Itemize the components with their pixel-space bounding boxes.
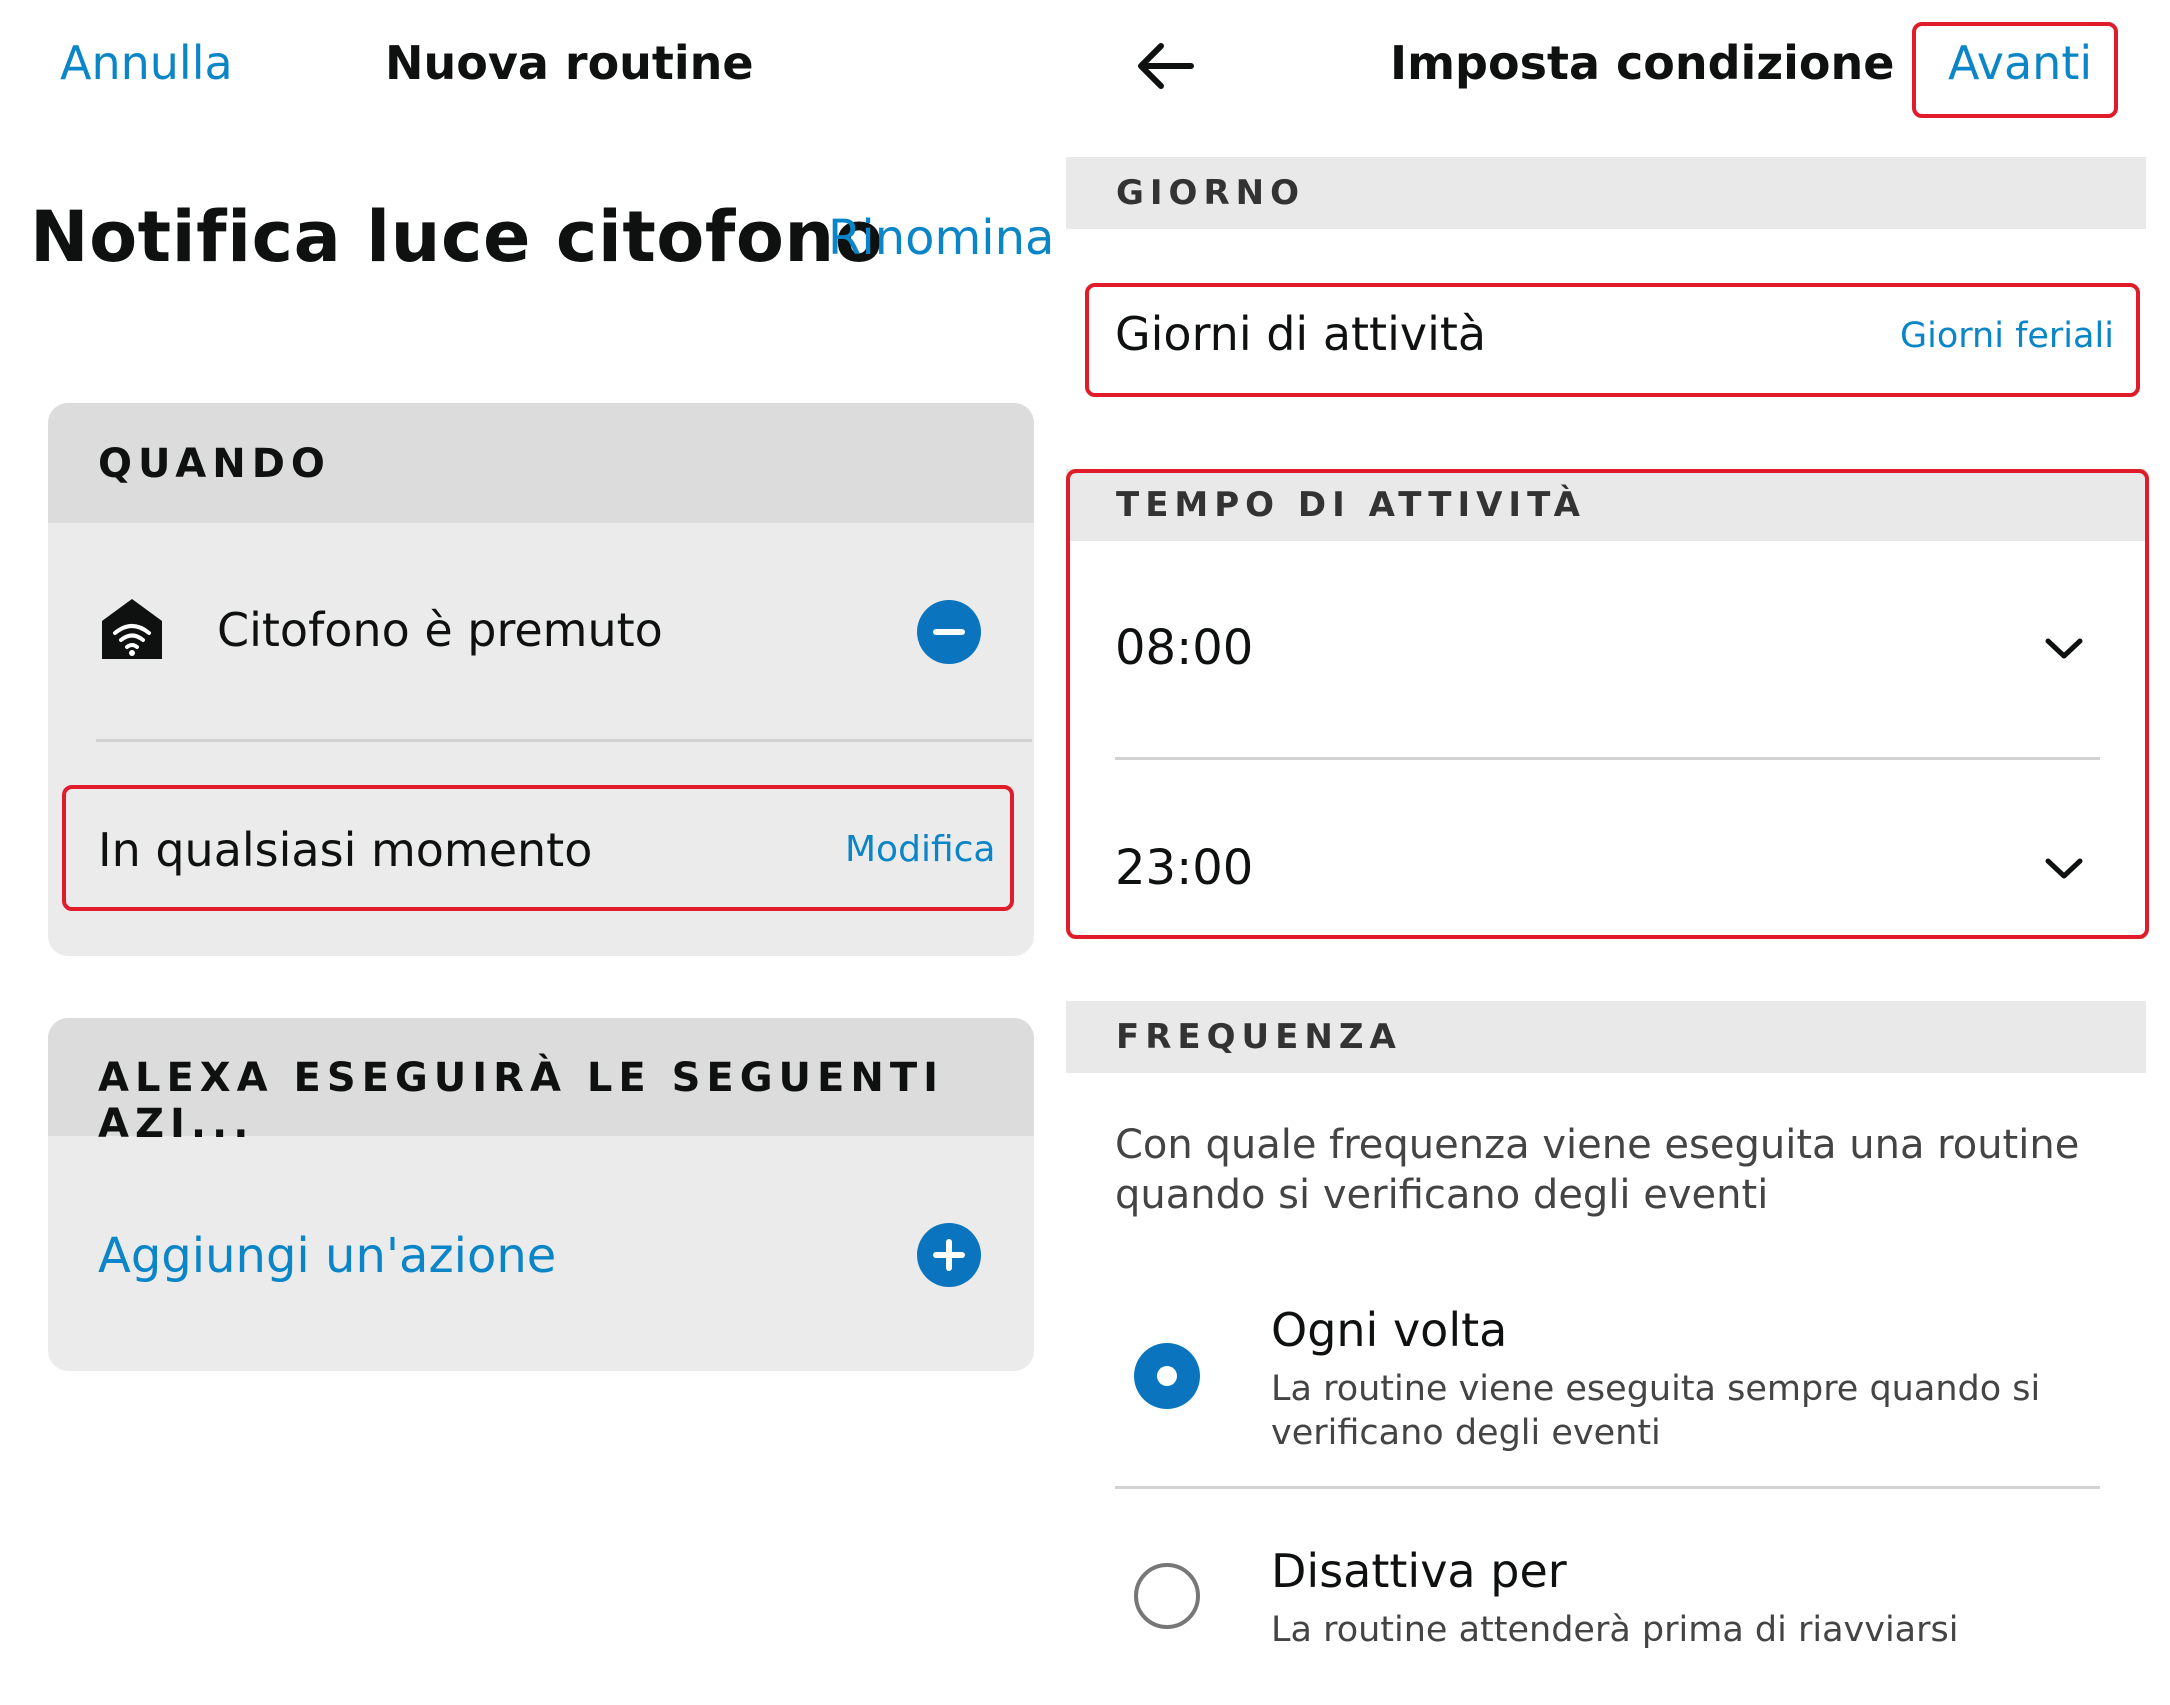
radio-disable-for[interactable] xyxy=(1134,1563,1200,1629)
day-header-label: GIORNO xyxy=(1116,173,1305,213)
divider xyxy=(1115,1486,2100,1489)
trigger-label: Citofono è premuto xyxy=(217,603,663,657)
routine-name: Notifica luce citofono xyxy=(30,196,884,278)
frequency-section-header: FREQUENZA xyxy=(1066,1001,2146,1073)
highlight-box xyxy=(1085,283,2140,397)
day-section-header: GIORNO xyxy=(1066,157,2146,229)
cancel-button[interactable]: Annulla xyxy=(60,36,233,90)
when-card-header: QUANDO xyxy=(48,403,1034,523)
option-title[interactable]: Disattiva per xyxy=(1271,1544,1567,1598)
frequency-description: Con quale frequenza viene eseguita una r… xyxy=(1115,1122,2080,1218)
remove-trigger-button[interactable] xyxy=(917,600,981,664)
condition-title: Imposta condizione xyxy=(1390,36,1895,90)
highlight-box xyxy=(1912,22,2118,118)
radio-every-time[interactable] xyxy=(1134,1343,1200,1409)
back-arrow-icon[interactable] xyxy=(1135,40,1195,92)
add-action-link[interactable]: Aggiungi un'azione xyxy=(98,1228,556,1284)
plus-icon xyxy=(933,1239,965,1271)
rename-button[interactable]: Rinomina xyxy=(828,210,1054,266)
highlight-box xyxy=(1066,469,2149,939)
divider xyxy=(96,739,1032,742)
frequency-header-label: FREQUENZA xyxy=(1116,1017,1402,1057)
add-action-button[interactable] xyxy=(917,1223,981,1287)
option-description: La routine viene eseguita sempre quando … xyxy=(1271,1369,2041,1453)
option-title[interactable]: Ogni volta xyxy=(1271,1303,1507,1357)
doorbell-wifi-icon xyxy=(102,599,162,659)
option-description: La routine attenderà prima di riavviarsi xyxy=(1271,1610,1959,1650)
minus-icon xyxy=(933,629,965,635)
actions-card: ALEXA ESEGUIRÀ LE SEGUENTI AZI... xyxy=(48,1018,1034,1371)
actions-card-header: ALEXA ESEGUIRÀ LE SEGUENTI AZI... xyxy=(48,1018,1034,1147)
when-header-label: QUANDO xyxy=(98,441,331,487)
screen-title: Nuova routine xyxy=(385,36,754,90)
actions-header-label: ALEXA ESEGUIRÀ LE SEGUENTI AZI... xyxy=(98,1055,944,1147)
highlight-box xyxy=(62,785,1014,911)
